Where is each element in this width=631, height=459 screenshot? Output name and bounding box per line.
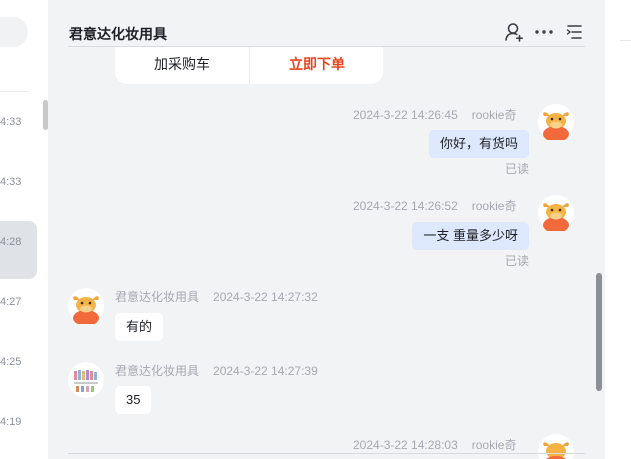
sender-name: 君意达化妆用具 (115, 364, 200, 378)
search-input[interactable] (0, 17, 28, 47)
divider (0, 91, 30, 92)
conversation-time: 4:27 (0, 296, 22, 308)
conversation-list: 4:33 4:33 4:28 4:27 4:25 4:19 (0, 0, 48, 459)
message-meta: 2024-3-22 14:28:03 rookie奇 (353, 436, 516, 453)
buy-now-button[interactable]: 立即下单 (250, 43, 384, 84)
conversation-item-active[interactable] (0, 221, 37, 279)
message-time: 2024-3-22 14:27:32 (213, 290, 318, 304)
message-meta: 2024-3-22 14:26:52 rookie奇 (353, 197, 516, 214)
chat-panel: 加采购车 立即下单 君意达化妆用具 2024-3-22 14:26:45 rook… (48, 0, 605, 459)
more-icon[interactable] (533, 21, 555, 43)
sender-name: 君意达化妆用具 (115, 290, 200, 304)
read-status: 已读 (505, 254, 530, 268)
message-bubble[interactable]: 你好，有货吗 (428, 130, 529, 158)
divider (68, 46, 585, 47)
conversation-time: 4:25 (0, 356, 22, 368)
chat-header: 君意达化妆用具 (48, 0, 605, 47)
conversation-time: 4:33 (0, 116, 22, 128)
message-bubble[interactable]: 一支 重量多少呀 (412, 222, 529, 250)
side-panel (605, 0, 631, 459)
brushes-avatar-icon[interactable] (68, 362, 104, 398)
message-time: 2024-3-22 14:27:39 (213, 364, 318, 378)
read-status: 已读 (505, 162, 530, 176)
conversation-time: 4:28 (0, 236, 22, 248)
add-contact-icon[interactable] (503, 21, 525, 43)
message-time: 2024-3-22 14:26:45 (353, 108, 458, 122)
cow-avatar-icon[interactable] (538, 195, 574, 231)
message-meta: 君意达化妆用具 2024-3-22 14:27:32 (115, 288, 318, 305)
sender-name: rookie奇 (471, 108, 517, 122)
conversation-time: 4:19 (0, 416, 22, 428)
message-time: 2024-3-22 14:28:03 (353, 438, 458, 452)
message-bubble[interactable]: 35 (115, 386, 152, 414)
sender-name: rookie奇 (471, 438, 517, 452)
message-meta: 君意达化妆用具 2024-3-22 14:27:39 (115, 362, 318, 379)
message-bubble[interactable]: 有的 (115, 313, 164, 341)
divider (68, 453, 585, 454)
add-to-cart-button[interactable]: 加采购车 (115, 43, 249, 84)
order-card: 加采购车 立即下单 (115, 43, 383, 84)
message-time: 2024-3-22 14:26:52 (353, 199, 458, 213)
cow-avatar-icon[interactable] (538, 434, 574, 459)
cow-avatar-icon[interactable] (538, 104, 574, 140)
cow-avatar-icon[interactable] (68, 288, 104, 324)
divider (620, 40, 631, 41)
list-icon[interactable] (563, 21, 585, 43)
sender-name: rookie奇 (471, 199, 517, 213)
chat-scrollbar[interactable] (596, 273, 602, 391)
chat-title: 君意达化妆用具 (69, 26, 167, 42)
conversation-time: 4:33 (0, 176, 22, 188)
message-meta: 2024-3-22 14:26:45 rookie奇 (353, 106, 516, 123)
